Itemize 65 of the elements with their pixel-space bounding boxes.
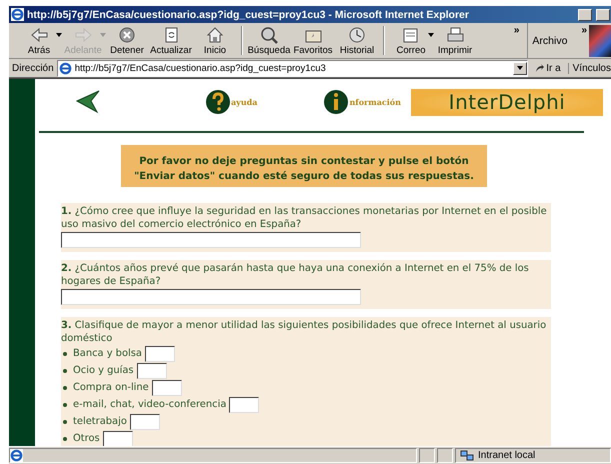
- caret-icon[interactable]: [56, 33, 62, 37]
- bullet-icon: [63, 436, 67, 440]
- notice-text: Por favor no deje preguntas sin contestar y pulse el botón: [138, 155, 470, 169]
- bullet-icon: [63, 352, 67, 356]
- refresh-button[interactable]: Actualizar: [149, 23, 193, 58]
- question-text: 2. ¿Cuántos años prevé que pasarán hasta que haya una conexión a Internet en el 75% de los hogares de España?: [61, 262, 530, 288]
- history-button[interactable]: Historial: [335, 23, 379, 58]
- option-label: Compra on-line: [73, 381, 149, 394]
- option-label: teletrabajo: [73, 415, 127, 428]
- back-arrow-icon[interactable]: [75, 89, 101, 115]
- rank-field[interactable]: [130, 414, 160, 430]
- zone-label: Intranet local: [478, 450, 536, 461]
- rank-field[interactable]: [229, 396, 260, 412]
- window-title: http://b5j7g7/EnCasa/cuestionario.asp?idg_cuest=proy1cu3 - Microsoft Internet Explorer: [27, 8, 470, 20]
- info-icon: [323, 89, 350, 115]
- rank-field[interactable]: [136, 362, 167, 378]
- answer-field[interactable]: [61, 232, 361, 248]
- forward-icon: [72, 25, 94, 45]
- answer-field[interactable]: [61, 289, 361, 305]
- rank-field[interactable]: [144, 346, 175, 362]
- address-label: Dirección: [12, 62, 54, 74]
- stop-button[interactable]: Detener: [105, 23, 149, 58]
- history-icon: [346, 25, 368, 45]
- print-button[interactable]: Imprimir: [433, 23, 477, 58]
- stop-icon: [116, 25, 138, 45]
- chevron-button[interactable]: »: [581, 25, 587, 58]
- question-icon: [205, 89, 231, 115]
- links-label[interactable]: Vínculos: [568, 62, 611, 74]
- option-label: e-mail, chat, video-conferencia: [73, 398, 226, 411]
- favorites-button[interactable]: Favoritos: [291, 23, 335, 58]
- question-text: 1. ¿Cómo cree que influye la seguridad en las transacciones monetarias por Internet en el posible uso masivo del comercio electrónico en España?: [61, 205, 548, 231]
- chevron-button[interactable]: »: [514, 25, 520, 58]
- back-icon: [28, 25, 50, 45]
- back-button[interactable]: Atrás: [17, 23, 61, 58]
- bullet-icon: [63, 386, 67, 390]
- home-button[interactable]: Inicio: [193, 23, 237, 58]
- caret-icon: [517, 66, 524, 70]
- caret-icon[interactable]: [428, 33, 434, 37]
- status-panel: [437, 448, 453, 463]
- home-icon: [204, 25, 226, 45]
- logo-banner: InterDelphi: [411, 88, 603, 116]
- network-icon: [460, 450, 474, 462]
- go-arrow-icon: [535, 63, 546, 73]
- browser-icon: [11, 8, 24, 21]
- status-panel: [419, 448, 435, 463]
- search-icon: [258, 25, 280, 45]
- option-label: Banca y bolsa: [73, 347, 142, 360]
- rank-field[interactable]: [102, 430, 133, 446]
- page-icon: [58, 62, 72, 74]
- menu-item[interactable]: Archivo: [527, 23, 582, 58]
- question-text: 3. Clasifique de mayor a menor utilidad las siguientes posibilidades que ofrece Internet al usuario doméstico: [61, 319, 548, 345]
- go-button[interactable]: Ir a: [531, 62, 565, 74]
- minimize-button[interactable]: [578, 8, 592, 20]
- dropdown-button[interactable]: [513, 62, 528, 74]
- bullet-icon: [63, 420, 67, 424]
- option-label: Otros: [73, 432, 100, 445]
- bullet-icon: [63, 368, 67, 372]
- mail-button[interactable]: Correo: [389, 23, 433, 58]
- address-field[interactable]: http://b5j7g7/EnCasa/cuestionario.asp?idg_cuest=proy1cu3: [56, 60, 528, 76]
- notice-text: "Enviar datos" cuando esté seguro de todas sus respuestas.: [133, 170, 475, 184]
- rank-field[interactable]: [152, 380, 182, 396]
- bullet-icon: [63, 402, 67, 406]
- maximize-button[interactable]: [596, 8, 610, 20]
- search-button[interactable]: Búsqueda: [247, 23, 291, 58]
- option-label: Ocio y guías: [73, 364, 134, 377]
